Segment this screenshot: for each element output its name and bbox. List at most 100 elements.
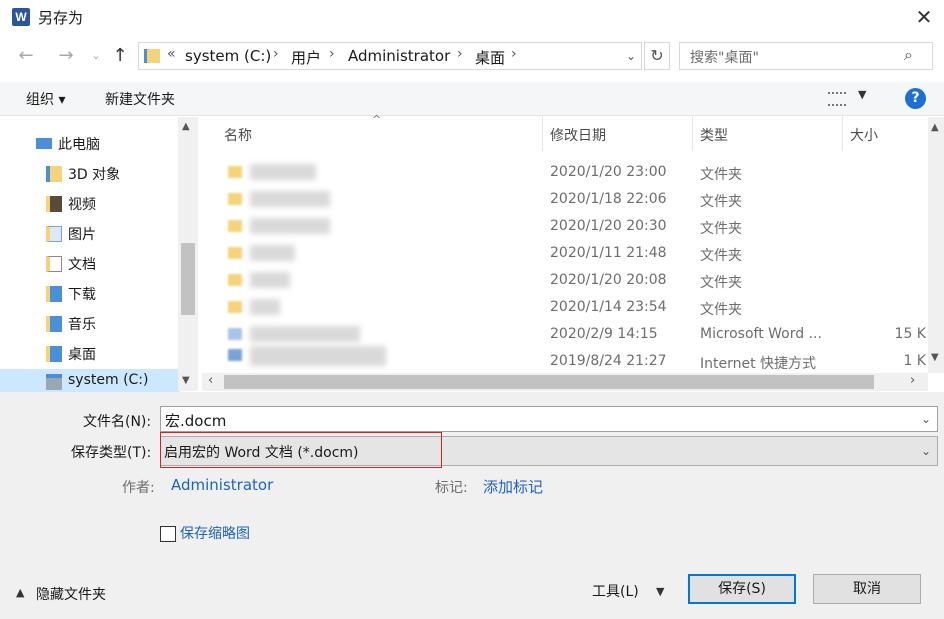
navigation-scrollbar-thumb[interactable] [181, 243, 195, 315]
back-arrow-icon[interactable]: ← [14, 44, 38, 68]
address-dropdown-chevron-icon[interactable]: ⌄ [620, 42, 642, 70]
folder-location-icon [144, 49, 160, 63]
breadcrumb-separator-icon[interactable]: › [329, 46, 335, 62]
sort-ascending-icon: ^ [372, 113, 382, 126]
tree-item-desktop[interactable]: 桌面 [0, 339, 180, 369]
tree-item-label: 图片 [68, 227, 96, 243]
horizontal-scrollbar-thumb[interactable] [224, 375, 874, 389]
tree-item-music[interactable]: 音乐 [0, 309, 180, 339]
obscured-file-name[interactable] [250, 346, 386, 366]
recent-locations-chevron-icon[interactable]: ⌄ [84, 44, 108, 68]
title-bar [0, 0, 944, 34]
word-app-icon: W [12, 8, 30, 26]
row-size: 15 K [894, 326, 926, 342]
row-type: 文件夹 [700, 302, 742, 318]
tree-item-label: 音乐 [68, 317, 96, 333]
file-list-vertical-scrollbar[interactable] [928, 117, 944, 373]
obscured-file-name[interactable] [250, 218, 330, 234]
column-divider[interactable] [842, 117, 843, 151]
column-header-date[interactable]: 修改日期 [550, 125, 606, 145]
tools-dropdown-icon[interactable]: ▼ [656, 585, 664, 598]
author-value-link[interactable]: Administrator [171, 476, 273, 494]
save-button[interactable]: 保存(S) [688, 574, 796, 604]
tree-item-documents[interactable]: 文档 [0, 249, 180, 279]
tree-item-videos[interactable]: 视频 [0, 189, 180, 219]
search-icon[interactable]: ⌕ [904, 45, 913, 65]
chevron-up-icon[interactable]: ▲ [16, 586, 24, 599]
obscured-file-name[interactable] [250, 299, 280, 315]
column-header-type[interactable]: 类型 [700, 125, 728, 145]
scroll-right-arrow-icon[interactable]: › [910, 373, 915, 388]
video-icon [46, 196, 62, 212]
row-date: 2020/1/20 20:30 [550, 218, 667, 234]
hide-folders-button[interactable]: 隐藏文件夹 [36, 584, 106, 604]
tree-item-label: 3D 对象 [68, 167, 121, 183]
save-thumbnail-checkbox[interactable] [160, 526, 176, 542]
row-type: 文件夹 [700, 221, 742, 237]
row-date: 2019/8/24 21:27 [550, 353, 667, 369]
obscured-file-name[interactable] [250, 191, 330, 207]
scroll-down-arrow-icon[interactable]: ▼ [931, 352, 939, 363]
tree-item-label: 文档 [68, 257, 96, 273]
filename-input[interactable]: 宏.docm ⌄ [160, 406, 938, 432]
row-type: 文件夹 [700, 275, 742, 291]
forward-arrow-icon[interactable]: → [54, 44, 78, 68]
help-icon[interactable]: ? [905, 88, 926, 109]
tree-item-downloads[interactable]: 下载 [0, 279, 180, 309]
scroll-up-arrow-icon[interactable]: ▲ [182, 121, 190, 132]
tree-item-this-pc[interactable]: 此电脑 [0, 129, 180, 159]
scroll-left-arrow-icon[interactable]: ‹ [208, 373, 213, 388]
tree-item-label: 视频 [68, 197, 96, 213]
obscured-file-name[interactable] [250, 326, 360, 342]
column-divider[interactable] [692, 117, 693, 151]
row-date: 2020/1/20 23:00 [550, 164, 667, 180]
breadcrumb-overflow[interactable]: « [167, 46, 176, 62]
3d-objects-icon [46, 166, 62, 182]
tree-item-label: 下载 [68, 287, 96, 303]
column-header-name[interactable]: 名称 [224, 125, 252, 145]
filetype-chevron-icon[interactable]: ⌄ [921, 444, 931, 458]
search-box[interactable]: 搜索"桌面" ⌕ [679, 42, 933, 70]
row-type: Microsoft Word ... [700, 326, 822, 342]
breadcrumb-users[interactable]: 用户 [291, 47, 321, 68]
tools-menu-button[interactable]: 工具(L) [592, 581, 639, 601]
search-placeholder[interactable]: 搜索"桌面" [690, 47, 759, 67]
tree-item-pictures[interactable]: 图片 [0, 219, 180, 249]
scroll-down-arrow-icon[interactable]: ▼ [182, 375, 190, 386]
breadcrumb-separator-icon[interactable]: › [511, 46, 517, 62]
up-arrow-icon[interactable]: ↑ [108, 44, 132, 68]
tree-item-3d-objects[interactable]: 3D 对象 [0, 159, 180, 189]
filename-label: 文件名(N): [83, 414, 152, 430]
save-thumbnail-label[interactable]: 保存缩略图 [180, 523, 250, 543]
documents-icon [46, 256, 62, 272]
filename-history-chevron-icon[interactable]: ⌄ [921, 412, 931, 426]
breadcrumb-administrator[interactable]: Administrator [348, 47, 450, 65]
new-folder-button[interactable]: 新建文件夹 [105, 89, 175, 109]
add-tags-link[interactable]: 添加标记 [483, 476, 543, 497]
column-header-size[interactable]: 大小 [850, 125, 878, 145]
obscured-file-name[interactable] [250, 245, 295, 261]
breadcrumb-system-c[interactable]: system (C:) [185, 47, 271, 65]
breadcrumb-separator-icon[interactable]: › [457, 46, 463, 62]
address-bar[interactable]: « system (C:) › 用户 › Administrator › 桌面 … [138, 42, 642, 70]
desktop-icon [46, 346, 62, 362]
tree-item-system-c[interactable]: system (C:) [0, 369, 180, 393]
refresh-icon[interactable]: ↻ [644, 42, 670, 70]
obscured-file-name[interactable] [250, 272, 290, 288]
close-button[interactable]: ✕ [904, 0, 944, 34]
obscured-file-name[interactable] [250, 164, 316, 180]
scroll-up-arrow-icon[interactable]: ▲ [931, 122, 939, 133]
window-title: 另存为 [38, 9, 84, 27]
navigation-pane: 此电脑 3D 对象 视频 图片 文档 下载 音乐 桌面 system (C:) [0, 117, 198, 393]
column-divider[interactable] [542, 117, 543, 151]
row-date: 2020/1/11 21:48 [550, 245, 667, 261]
organize-menu-button[interactable]: 组织 ▾ [26, 89, 65, 109]
view-options-icon[interactable] [828, 92, 846, 106]
row-type: 文件夹 [700, 248, 742, 264]
row-date: 2020/1/14 23:54 [550, 299, 667, 315]
breadcrumb-separator-icon[interactable]: › [273, 46, 279, 62]
filename-value[interactable]: 宏.docm [165, 410, 226, 431]
view-dropdown-chevron-icon[interactable]: ▼ [858, 88, 866, 101]
cancel-button[interactable]: 取消 [813, 574, 921, 604]
breadcrumb-desktop[interactable]: 桌面 [475, 47, 505, 68]
